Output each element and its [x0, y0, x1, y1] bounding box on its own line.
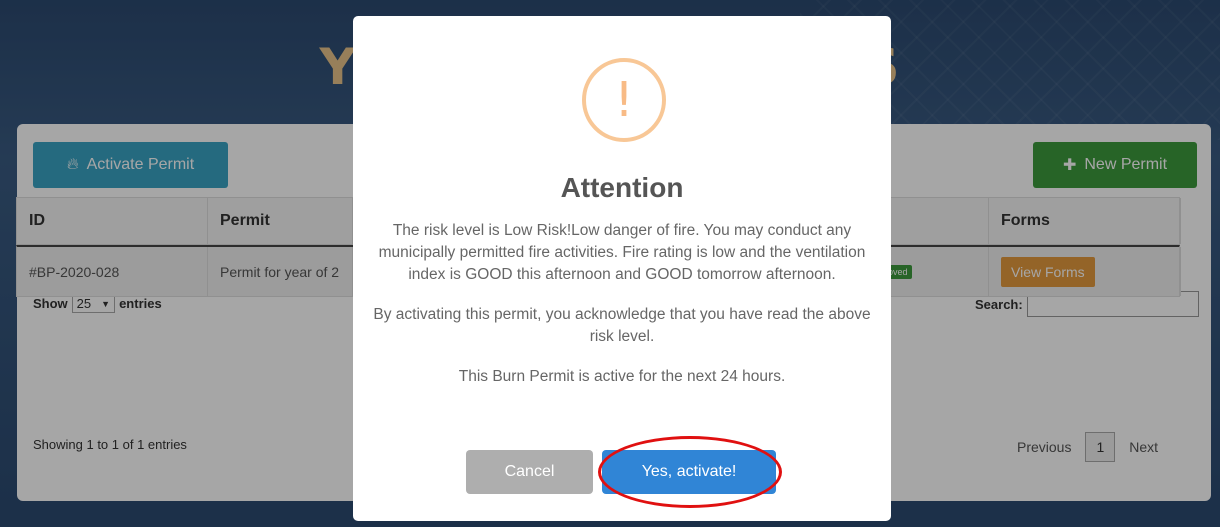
- active-duration-text: This Burn Permit is active for the next …: [458, 368, 786, 385]
- acknowledge-text: By activating this permit, you acknowled…: [373, 306, 871, 345]
- dialog-title: Attention: [560, 172, 684, 203]
- red-highlight-annotation: [598, 436, 782, 508]
- warning-icon: !: [582, 58, 666, 142]
- cancel-button[interactable]: Cancel: [466, 450, 593, 494]
- dialog-body: The risk level is Low Risk!Low danger of…: [373, 220, 871, 406]
- risk-level-text: The risk level is Low Risk!Low danger of…: [378, 222, 866, 283]
- attention-dialog: ! Attention The risk level is Low Risk!L…: [353, 16, 891, 521]
